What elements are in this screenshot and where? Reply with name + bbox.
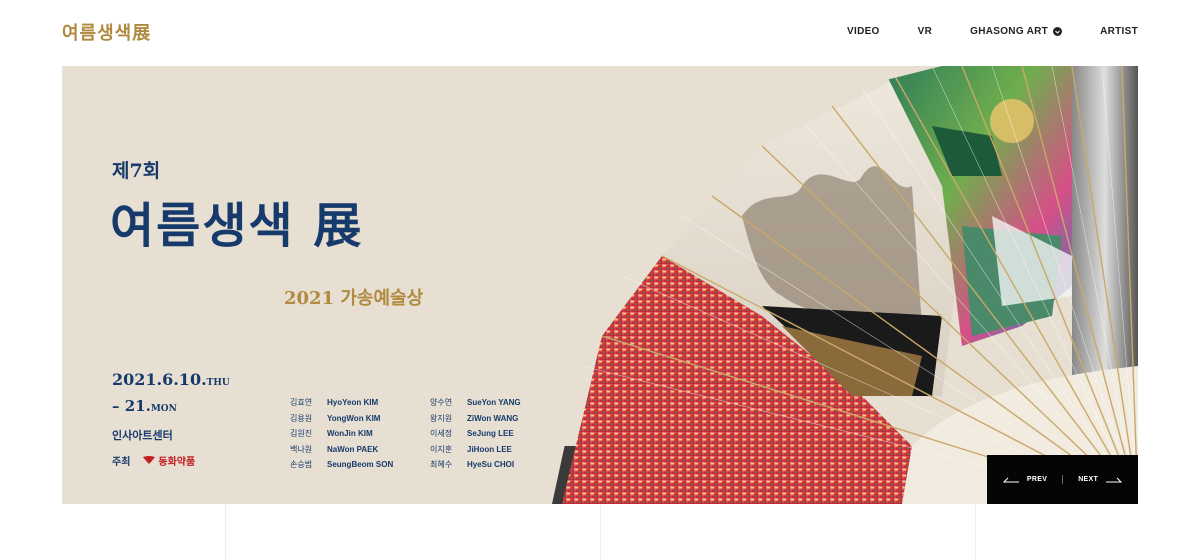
artist-name-en: YongWon KIM xyxy=(327,413,381,423)
exhibition-subtitle: 2021 가송예술상 xyxy=(284,288,424,309)
grid-divider xyxy=(975,504,976,560)
nav-vr[interactable]: VR xyxy=(918,26,933,37)
nav-video[interactable]: VIDEO xyxy=(847,26,880,37)
exhibition-start-date: 2021.6.10.THU xyxy=(112,370,230,389)
site-logo[interactable]: 여름생색展 xyxy=(62,19,151,45)
exhibition-title: 여름생색 展 xyxy=(110,198,364,254)
list-item: 왕지원 ZiWon WANG xyxy=(430,411,521,427)
nav-vr-label: VR xyxy=(917,26,933,37)
chevron-down-icon xyxy=(1053,27,1063,36)
artist-name-en: SueYon YANG xyxy=(467,398,521,407)
list-item: 김원진 WonJin KIM xyxy=(290,426,393,442)
list-item: 김효연 HyoYeon KIM xyxy=(290,395,393,411)
artist-name-en: SeungBeom SON xyxy=(327,460,394,469)
artist-name-kr: 김용원 xyxy=(290,413,313,423)
artist-name-en: WonJin KIM xyxy=(327,429,373,438)
artist-name-kr: 이지훈 xyxy=(430,444,453,454)
site-header: 여름생색展 VIDEO VR GHASONG ART ARTIST xyxy=(0,0,1200,66)
artist-name-en: JiHoon LEE xyxy=(467,444,512,454)
main-nav: VIDEO VR GHASONG ART ARTIST xyxy=(847,26,1138,37)
arrow-left-icon xyxy=(1002,477,1019,482)
exhibition-end-date: – 21.MON xyxy=(112,397,177,415)
artist-list-right: 양수연 SueYon YANG 왕지원 ZiWon WANG 이세정 SeJung L… xyxy=(430,395,521,473)
artist-name-en: HyoYeon KIM xyxy=(327,398,379,407)
start-date-value: 2021.6.10. xyxy=(112,370,207,389)
next-button[interactable]: NEXT xyxy=(1078,476,1123,483)
start-date-day: THU xyxy=(206,378,230,388)
list-item: 이세정 SeJung LEE xyxy=(430,426,521,442)
next-label: NEXT xyxy=(1078,476,1099,483)
artist-name-kr: 백나원 xyxy=(290,444,313,454)
artist-name-kr: 이세정 xyxy=(430,429,453,438)
list-item: 손승범 SeungBeom SON xyxy=(290,457,393,473)
list-item: 최혜수 HyeSu CHOI xyxy=(430,457,521,473)
sponsor-name: 동화약품 xyxy=(158,457,196,468)
exhibition-host: 주최 동화약품 xyxy=(112,453,195,468)
nav-artist[interactable]: ARTIST xyxy=(1100,26,1138,37)
artist-name-kr: 김원진 xyxy=(290,429,313,438)
sponsor-logo: 동화약품 xyxy=(142,453,195,468)
list-item: 양수연 SueYon YANG xyxy=(430,395,521,411)
artist-name-kr: 김효연 xyxy=(290,398,313,407)
slider-controls: PREV NEXT xyxy=(987,455,1138,504)
list-item: 김용원 YongWon KIM xyxy=(290,411,393,427)
list-item: 이지훈 JiHoon LEE xyxy=(430,442,521,458)
prev-label: PREV xyxy=(1026,476,1048,483)
prev-button[interactable]: PREV xyxy=(1002,476,1048,483)
artist-name-kr: 손승범 xyxy=(290,460,313,469)
controls-divider xyxy=(1062,475,1064,484)
host-label: 주최 xyxy=(112,457,131,468)
sponsor-mark-icon xyxy=(143,456,156,464)
grid-divider xyxy=(225,504,226,560)
end-date-day: MON xyxy=(150,404,177,414)
hero-banner: 제7회 여름생색 展 2021 가송예술상 2021.6.10.THU – 21… xyxy=(62,66,1138,504)
exhibition-venue: 인사아트센터 xyxy=(112,430,173,442)
artist-name-en: ZiWon WANG xyxy=(467,413,519,423)
grid-divider xyxy=(600,504,601,560)
exhibition-ordinal: 제7회 xyxy=(112,160,161,182)
artist-name-en: NaWon PAEK xyxy=(327,444,379,454)
nav-ghasong-art[interactable]: GHASONG ART xyxy=(970,26,1063,37)
nav-video-label: VIDEO xyxy=(847,26,880,37)
artist-name-kr: 양수연 xyxy=(430,398,453,407)
artist-name-en: SeJung LEE xyxy=(467,429,514,438)
end-date-value: – 21. xyxy=(112,397,151,415)
nav-ghasong-art-label: GHASONG ART xyxy=(970,26,1049,37)
artist-list-left: 김효연 HyoYeon KIM 김용원 YongWon KIM 김원진 WonJin … xyxy=(290,395,393,473)
artist-name-kr: 왕지원 xyxy=(430,413,453,423)
arrow-right-icon xyxy=(1106,477,1123,482)
nav-artist-label: ARTIST xyxy=(1100,26,1138,37)
list-item: 백나원 NaWon PAEK xyxy=(290,442,393,458)
artist-name-kr: 최혜수 xyxy=(430,460,453,469)
artist-name-en: HyeSu CHOI xyxy=(467,460,515,469)
fan-artwork-image xyxy=(552,66,1138,504)
